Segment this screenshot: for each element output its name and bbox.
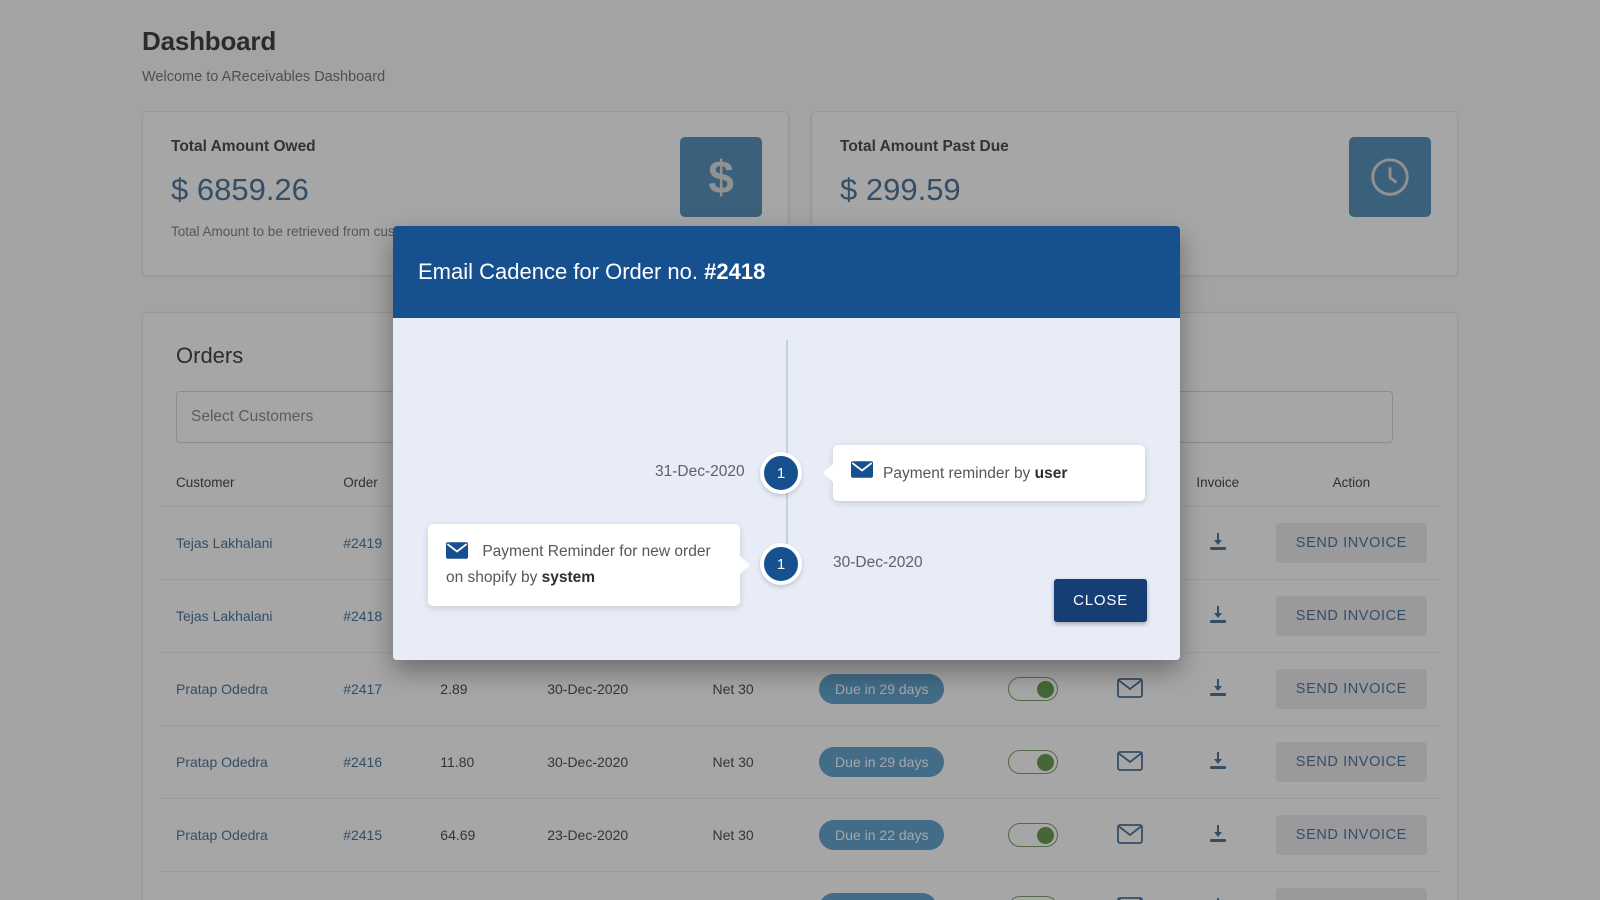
timeline-node-count: 1 [777, 556, 785, 573]
timeline-date: 30-Dec-2020 [833, 554, 923, 572]
modal-title-order: #2418 [704, 259, 765, 284]
bubble-text-actor: system [542, 569, 595, 586]
envelope-icon [851, 461, 873, 485]
modal-title-prefix: Email Cadence for Order no. [418, 259, 704, 284]
modal-title: Email Cadence for Order no. #2418 [418, 259, 765, 285]
modal-header: Email Cadence for Order no. #2418 [393, 226, 1180, 318]
timeline-node[interactable]: 1 [760, 543, 802, 585]
timeline-node-count: 1 [777, 465, 785, 482]
bubble-text-actor: user [1035, 465, 1068, 482]
bubble-tail [823, 463, 834, 483]
timeline-bubble: Payment Reminder for new order on shopif… [428, 524, 740, 606]
modal-body: 31-Dec-2020 1 Payment reminder by user 3… [393, 318, 1180, 660]
app-root: Dashboard Welcome to AReceivables Dashbo… [0, 0, 1600, 900]
bubble-text: Payment Reminder for new order on shopif… [446, 543, 711, 586]
bubble-text-prefix: Payment reminder by [883, 465, 1035, 482]
timeline-date: 31-Dec-2020 [655, 463, 745, 481]
email-cadence-modal: Email Cadence for Order no. #2418 31-Dec… [393, 226, 1180, 660]
bubble-text: Payment reminder by user [883, 462, 1067, 485]
close-button[interactable]: CLOSE [1054, 579, 1147, 622]
envelope-icon [446, 546, 472, 563]
timeline-node[interactable]: 1 [760, 452, 802, 494]
timeline-bubble: Payment reminder by user [833, 445, 1145, 501]
bubble-tail [739, 555, 750, 575]
